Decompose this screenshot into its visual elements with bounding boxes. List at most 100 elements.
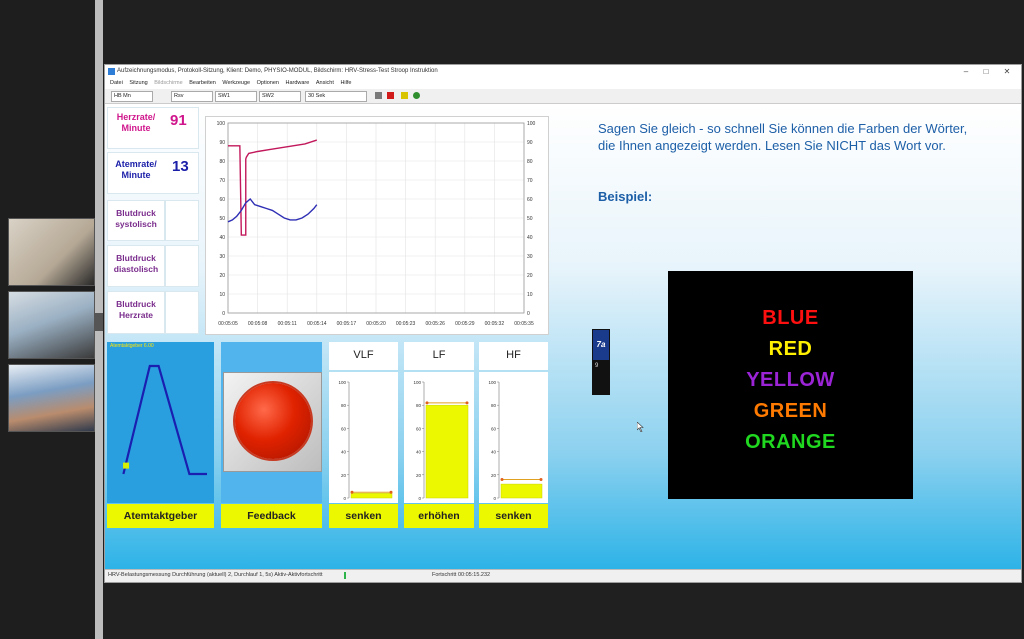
band-lf-graph: 100 80 60 40 20 0: [413, 380, 469, 501]
side-widget-number: 9: [595, 363, 599, 369]
y-tick-label-right: 0: [527, 311, 530, 317]
channel-select-3[interactable]: SW1: [215, 91, 257, 102]
app-window: Aufzeichnungsmodus, Protokoll-Sitzung, K…: [104, 64, 1022, 583]
menu-datei[interactable]: Datei: [110, 80, 123, 86]
stroop-example-panel: BLUE RED YELLOW GREEN ORANGE: [668, 271, 913, 499]
channel-select-1[interactable]: HB Mn: [111, 91, 153, 102]
x-tick-label: 00:05:14: [307, 321, 327, 327]
band-target-marker: [465, 401, 469, 405]
stop-button[interactable]: [387, 92, 394, 99]
band-target-marker: [425, 401, 429, 405]
band-tick-label: 0: [418, 496, 421, 501]
stroop-word: YELLOW: [746, 369, 835, 391]
band-tick-label: 0: [343, 496, 346, 501]
menu-ansicht[interactable]: Ansicht: [316, 80, 334, 86]
band-tick-label: 20: [341, 473, 347, 478]
x-tick-label: 00:05:26: [425, 321, 445, 327]
heart-rate-label: Herzrate/Minute: [116, 112, 156, 133]
band-tick-label: 100: [413, 380, 421, 385]
y-tick-label-right: 30: [527, 254, 533, 260]
trend-chart: 100 100 90 90 80 80 70 70 60 60 50 50 40 40 30 30 20 20 10…: [205, 116, 549, 335]
bp-heartrate-display: Blutdruck Herzrate: [107, 291, 165, 334]
y-tick-label-right: 60: [527, 197, 533, 203]
band-lf-chart: 100 80 60 40 20 0: [404, 372, 474, 503]
band-hf-goal: senken: [479, 504, 548, 528]
trend-chart-svg: 100 10090 9080 8070 7060 6050 5040 4030 3020 2010…: [217, 121, 536, 327]
heart-rate-value: 91: [170, 112, 187, 129]
time-window-select[interactable]: 30 Sek: [305, 91, 367, 102]
resp-rate-label: Atemrate/Minute: [115, 159, 157, 180]
y-tick-label: 10: [219, 292, 225, 298]
y-tick-label: 20: [219, 273, 225, 279]
channel-select-2[interactable]: Rsv: [171, 91, 213, 102]
settings-icon[interactable]: [413, 92, 420, 99]
band-tick-label: 100: [488, 380, 496, 385]
participant-strip: [0, 0, 95, 639]
participant-video-2[interactable]: [8, 291, 95, 359]
participant-video-1[interactable]: [8, 218, 95, 286]
stroop-word: BLUE: [762, 307, 819, 329]
band-target-marker: [500, 477, 504, 481]
y-tick-label: 30: [219, 254, 225, 260]
pacer-curve: [122, 364, 207, 476]
x-tick-label: 00:05:29: [455, 321, 475, 327]
marker-button[interactable]: [401, 92, 408, 99]
y-tick-label: 70: [219, 178, 225, 184]
participant-video-3[interactable]: [8, 364, 95, 432]
menu-optionen[interactable]: Optionen: [257, 80, 279, 86]
y-tick-label-right: 50: [527, 216, 533, 222]
stroop-word: GREEN: [753, 400, 828, 422]
band-tick-label: 80: [416, 403, 422, 408]
feedback-panel: [221, 342, 322, 503]
breath-pacer-graph: [122, 364, 207, 476]
close-button[interactable]: ✕: [1000, 67, 1014, 77]
divider-grip-icon[interactable]: [95, 313, 103, 331]
menu-sitzung[interactable]: Sitzung: [129, 80, 147, 86]
band-vlf-goal: senken: [329, 504, 398, 528]
y-tick-label-right: 20: [527, 273, 533, 279]
band-tick-label: 40: [341, 450, 347, 455]
bp-systolic-value: [165, 200, 199, 241]
side-widget[interactable]: 7a 9: [592, 329, 610, 395]
app-icon: [108, 68, 115, 75]
y-tick-label: 0: [222, 311, 225, 317]
y-tick-label: 60: [219, 197, 225, 203]
breath-pacer-panel: Atemtaktgeber 6.00: [107, 342, 214, 503]
pause-button[interactable]: [375, 92, 382, 99]
heart-rate-display: Herzrate/Minute 91: [107, 107, 199, 149]
bp-heartrate-label: Blutdruck Herzrate: [116, 299, 156, 320]
y-tick-label: 80: [219, 159, 225, 165]
title-bar: Aufzeichnungsmodus, Protokoll-Sitzung, K…: [105, 65, 1021, 79]
menu-hardware[interactable]: Hardware: [285, 80, 309, 86]
menu-bearbeiten[interactable]: Bearbeiten: [189, 80, 216, 86]
status-bar: HRV-Belastungsmessung Durchführung (aktu…: [105, 569, 1021, 582]
menu-werkzeuge[interactable]: Werkzeuge: [222, 80, 250, 86]
example-label: Beispiel:: [598, 189, 653, 204]
pacer-marker: [123, 462, 130, 469]
menu-hilfe[interactable]: Hilfe: [340, 80, 351, 86]
band-vlf-graph: 100 80 60 40 20 0: [338, 380, 393, 501]
band-tick-label: 80: [491, 403, 497, 408]
y-tick-label-right: 10: [527, 292, 533, 298]
channel-select-4[interactable]: SW2: [259, 91, 301, 102]
band-target-marker: [389, 490, 393, 494]
instruction-text: Sagen Sie gleich - so schnell Sie können…: [598, 121, 968, 153]
maximize-button[interactable]: □: [979, 67, 993, 77]
x-tick-label: 00:05:23: [396, 321, 416, 327]
status-right: Fortschritt 00:05:15.232: [432, 572, 491, 578]
band-bar: [350, 493, 393, 499]
minimize-button[interactable]: –: [959, 67, 973, 77]
band-hf-chart: 100 80 60 40 20 0: [479, 372, 548, 503]
status-left: HRV-Belastungsmessung Durchführung (aktu…: [108, 572, 323, 578]
band-tick-label: 40: [491, 450, 497, 455]
y-tick-label: 90: [219, 140, 225, 146]
menu-bar: Datei Sitzung Bildschirme Bearbeiten Wer…: [105, 79, 1021, 89]
x-tick-label: 00:05:32: [485, 321, 505, 327]
band-vlf-header: VLF: [329, 342, 398, 370]
stroop-word: ORANGE: [745, 431, 836, 453]
menu-bildschirme[interactable]: Bildschirme: [154, 80, 182, 86]
band-tick-label: 20: [416, 473, 422, 478]
y-tick-label-right: 90: [527, 140, 533, 146]
bp-heartrate-value: [165, 291, 199, 334]
y-tick-label-right: 70: [527, 178, 533, 184]
